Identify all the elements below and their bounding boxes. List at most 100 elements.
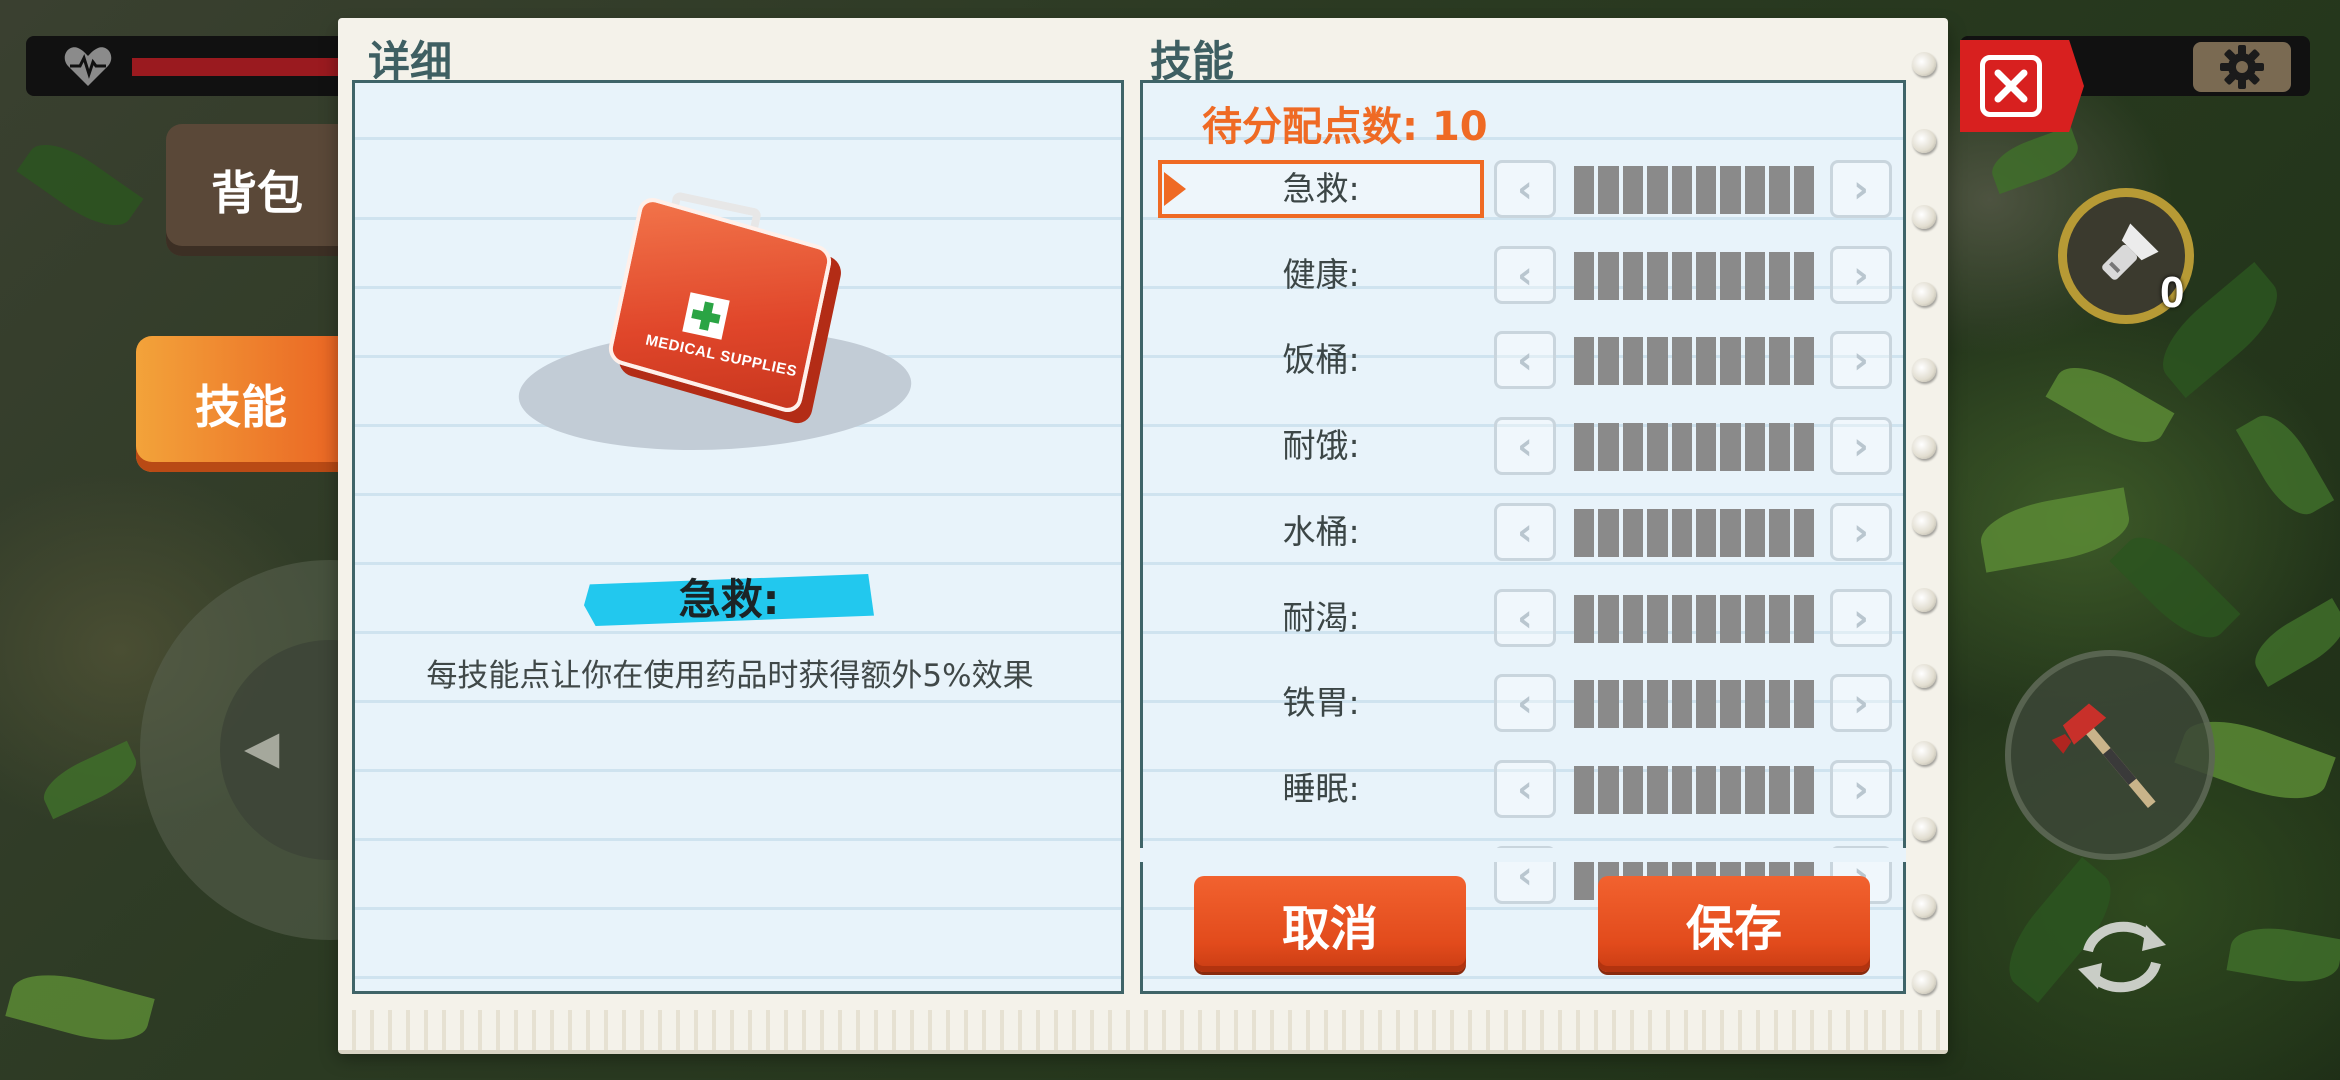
- skill-level-segment: [1720, 423, 1741, 472]
- skill-level-segment: [1574, 166, 1595, 214]
- notebook-ring: [1912, 281, 1936, 306]
- skill-level-segment: [1598, 423, 1619, 472]
- tab-backpack[interactable]: 背包: [166, 124, 348, 256]
- skill-level-segment: [1622, 166, 1644, 214]
- decrease-skill-button[interactable]: ‹: [1494, 588, 1556, 647]
- increase-skill-button[interactable]: ›: [1830, 674, 1892, 733]
- skill-level-segment: [1793, 337, 1815, 386]
- increase-skill-button[interactable]: ›: [1830, 588, 1892, 647]
- skill-level-segment: [1574, 251, 1595, 300]
- skill-label: 饭桶:: [1282, 340, 1360, 380]
- skill-label: 睡眠:: [1282, 768, 1360, 808]
- skill-level-segment: [1622, 251, 1644, 300]
- skill-label: 急救:: [1282, 169, 1360, 208]
- skill-row[interactable]: 铁胃: ‹ ›: [1158, 674, 1898, 736]
- skill-level-bar: [1574, 251, 1815, 300]
- skill-level-segment: [1793, 508, 1815, 557]
- skill-level-segment: [1769, 594, 1790, 643]
- skill-level-bar: [1574, 423, 1815, 472]
- skill-level-segment: [1647, 680, 1668, 729]
- skill-level-segment: [1671, 337, 1693, 386]
- decrease-skill-button[interactable]: ‹: [1494, 502, 1556, 561]
- skill-level-segment: [1720, 765, 1741, 814]
- settings-button[interactable]: [2193, 42, 2291, 92]
- skill-label: 耐饿:: [1282, 426, 1360, 466]
- notebook-ring: [1912, 893, 1936, 918]
- notebook-ring: [1912, 358, 1936, 382]
- save-button[interactable]: 保存: [1598, 876, 1870, 972]
- increase-skill-button[interactable]: ›: [1830, 245, 1892, 304]
- reload-icon[interactable]: [2070, 905, 2174, 1009]
- skill-level-segment: [1671, 166, 1693, 214]
- unassigned-points: 待分配点数: 10: [1202, 94, 1488, 152]
- gear-icon: [2220, 45, 2264, 89]
- skill-level-segment: [1598, 166, 1619, 214]
- decrease-skill-button[interactable]: ‹: [1494, 417, 1556, 476]
- notebook-ring: [1912, 511, 1936, 535]
- skill-level-segment: [1769, 680, 1790, 729]
- skill-list-fade: [1140, 848, 1906, 862]
- skill-label: 耐渴:: [1282, 597, 1360, 637]
- skill-level-segment: [1769, 166, 1790, 214]
- skill-level-segment: [1622, 765, 1644, 814]
- skill-level-segment: [1622, 680, 1644, 729]
- cancel-button[interactable]: 取消: [1194, 876, 1466, 972]
- tab-skills[interactable]: 技能: [136, 336, 346, 472]
- heart-icon: [64, 47, 112, 86]
- increase-skill-button[interactable]: ›: [1830, 502, 1892, 561]
- close-button[interactable]: [1960, 40, 2084, 132]
- decrease-skill-button[interactable]: ‹: [1494, 759, 1556, 818]
- medical-cross-icon: [682, 292, 730, 340]
- skill-level-segment: [1598, 508, 1619, 557]
- skill-level-bar: [1574, 166, 1815, 214]
- skill-level-segment: [1647, 337, 1668, 386]
- notebook-ring: [1912, 740, 1936, 765]
- increase-skill-button[interactable]: ›: [1830, 759, 1892, 818]
- health-bar-fill: [132, 58, 342, 76]
- skill-row[interactable]: 耐渴: ‹ ›: [1158, 588, 1898, 651]
- skill-level-segment: [1793, 166, 1815, 214]
- notebook-ring: [1912, 817, 1936, 841]
- skill-level-segment: [1622, 508, 1644, 557]
- skill-level-segment: [1671, 508, 1693, 557]
- skill-row[interactable]: 睡眠: ‹ ›: [1158, 759, 1898, 822]
- skill-row[interactable]: 饭桶: ‹ ›: [1158, 331, 1898, 393]
- decrease-skill-button[interactable]: ‹: [1494, 331, 1556, 390]
- increase-skill-button[interactable]: ›: [1830, 331, 1892, 390]
- skill-level-segment: [1574, 594, 1595, 643]
- skill-row[interactable]: 水桶: ‹ ›: [1158, 502, 1898, 565]
- decrease-skill-button[interactable]: ‹: [1494, 674, 1556, 733]
- skill-level-segment: [1744, 680, 1766, 729]
- skill-level-segment: [1598, 337, 1619, 386]
- skill-description: 每技能点让你在使用药品时获得额外5%效果: [426, 658, 1034, 694]
- notebook-ring: [1912, 205, 1936, 229]
- skill-level-segment: [1720, 251, 1741, 300]
- skill-level-segment: [1574, 337, 1595, 386]
- skill-row[interactable]: 耐饿: ‹ ›: [1158, 417, 1898, 479]
- decrease-skill-button[interactable]: ‹: [1494, 245, 1556, 304]
- skill-level-segment: [1598, 251, 1619, 300]
- skill-level-segment: [1769, 508, 1790, 557]
- decrease-skill-button[interactable]: ‹: [1494, 160, 1556, 218]
- points-label: 待分配点数:: [1202, 104, 1418, 150]
- skill-row[interactable]: 急救: ‹ ›: [1158, 160, 1898, 222]
- increase-skill-button[interactable]: ›: [1830, 417, 1892, 476]
- skill-level-segment: [1744, 251, 1766, 300]
- skill-level-segment: [1744, 337, 1766, 386]
- skill-level-segment: [1647, 508, 1668, 557]
- increase-skill-button[interactable]: ›: [1830, 160, 1892, 218]
- skill-row[interactable]: 健康: ‹ ›: [1158, 245, 1898, 308]
- skill-level-segment: [1769, 423, 1790, 472]
- notebook-ring: [1912, 587, 1936, 612]
- skill-level-segment: [1744, 765, 1766, 814]
- skill-level-segment: [1622, 594, 1644, 643]
- weapon-slot[interactable]: [2005, 650, 2215, 860]
- skill-level-segment: [1720, 594, 1741, 643]
- skill-level-segment: [1598, 594, 1619, 643]
- flashlight-count: 0: [2160, 268, 2185, 317]
- skill-level-segment: [1720, 337, 1741, 386]
- skill-level-segment: [1696, 594, 1717, 643]
- selected-skill-name: 急救:: [678, 575, 780, 624]
- skill-level-segment: [1720, 680, 1741, 729]
- skill-level-segment: [1622, 337, 1644, 386]
